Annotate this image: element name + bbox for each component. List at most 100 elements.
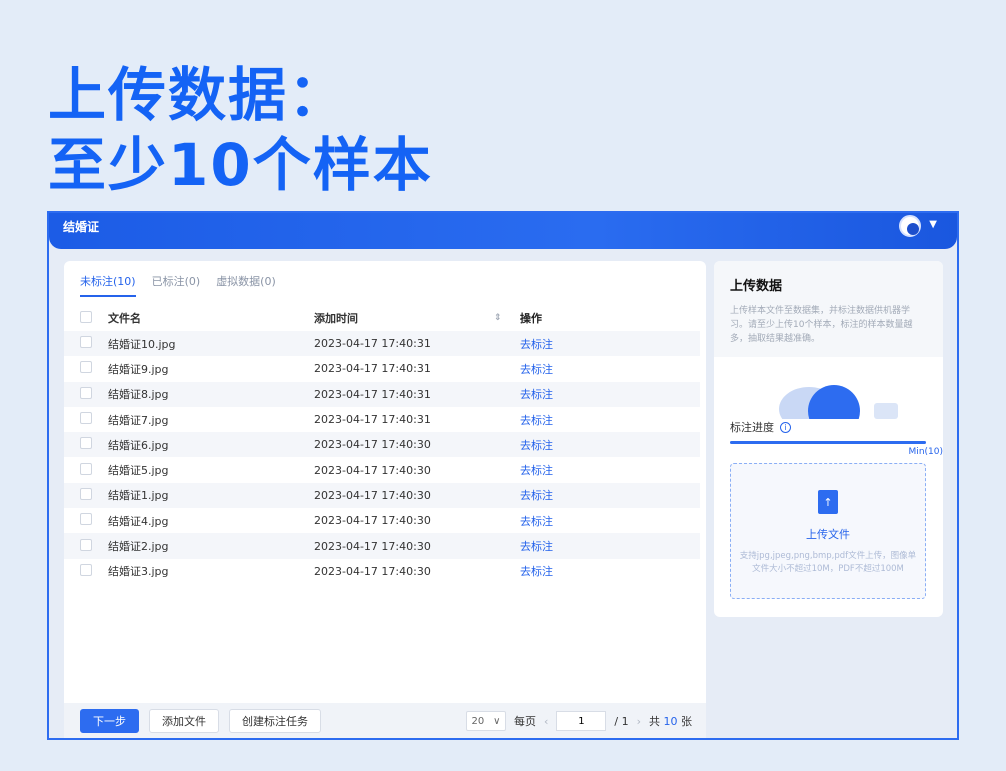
header-added-time: 添加时间: [314, 312, 358, 325]
row-checkbox[interactable]: [80, 437, 92, 450]
page-number-input[interactable]: [556, 711, 607, 731]
page-size-select[interactable]: 20 ∨: [465, 711, 506, 731]
page-size-value: 20: [471, 715, 485, 727]
headline-line-1: 上传数据：: [48, 61, 349, 129]
app-window: 结婚证 ▼ 未标注(10) 已标注(0) 虚拟数据(0) 文件名 添加时间 ⇕ …: [47, 211, 959, 740]
annotate-link[interactable]: 去标注: [520, 515, 553, 528]
table-row: 结婚证2.jpg 2023-04-17 17:40:30 去标注: [64, 533, 700, 559]
progress-bar: [730, 441, 926, 444]
pagination: 20 ∨ 每页 ‹ / 1 › 共 10 张: [465, 711, 692, 731]
row-added-time: 2023-04-17 17:40:30: [314, 539, 431, 553]
table-header: 文件名 添加时间 ⇕ 操作: [64, 305, 700, 331]
cloud-illustration: [779, 385, 898, 419]
total-prefix: 共: [649, 715, 660, 728]
annotate-link[interactable]: 去标注: [520, 464, 553, 477]
row-filename: 结婚证9.jpg: [108, 362, 169, 376]
upload-panel-title: 上传数据: [730, 279, 783, 294]
annotate-link[interactable]: 去标注: [520, 540, 553, 553]
sort-icon[interactable]: ⇕: [494, 313, 520, 323]
app-title: 结婚证: [63, 220, 100, 234]
row-filename: 结婚证8.jpg: [108, 388, 169, 402]
row-checkbox[interactable]: [80, 336, 92, 349]
annotate-link[interactable]: 去标注: [520, 439, 553, 452]
row-filename: 结婚证4.jpg: [108, 514, 169, 528]
table-row: 结婚证10.jpg 2023-04-17 17:40:31 去标注: [64, 331, 700, 357]
tab-unlabeled[interactable]: 未标注(10): [80, 273, 136, 297]
top-bar: 结婚证 ▼: [49, 213, 957, 249]
row-added-time: 2023-04-17 17:40:30: [314, 514, 431, 528]
upload-hint: 支持jpg,jpeg,png,bmp,pdf文件上传，图像单文件大小不超过10M…: [739, 551, 917, 574]
page-total: / 1: [614, 714, 629, 728]
row-added-time: 2023-04-17 17:40:31: [314, 387, 431, 401]
row-added-time: 2023-04-17 17:40:30: [314, 463, 431, 477]
avatar[interactable]: [899, 215, 921, 237]
row-checkbox[interactable]: [80, 412, 92, 425]
row-checkbox[interactable]: [80, 563, 92, 576]
row-filename: 结婚证6.jpg: [108, 438, 169, 452]
progress-min-label: Min(10): [908, 447, 943, 457]
annotate-link[interactable]: 去标注: [520, 565, 553, 578]
info-icon[interactable]: i: [780, 421, 791, 433]
per-page-label: 每页: [513, 715, 536, 728]
row-filename: 结婚证1.jpg: [108, 489, 169, 503]
file-upload-icon: ↑: [818, 490, 838, 514]
upload-panel: 上传数据 上传样本文件至数据集，并标注数据供机器学习。请至少上传10个样本，标注…: [714, 261, 943, 617]
file-table: 文件名 添加时间 ⇕ 操作 结婚证10.jpg 2023-04-17 17:40:…: [64, 305, 700, 584]
row-added-time: 2023-04-17 17:40:30: [314, 438, 431, 452]
headline: 上传数据： 至少10个样本: [48, 60, 433, 200]
row-checkbox[interactable]: [80, 487, 92, 500]
tab-labeled[interactable]: 已标注(0): [152, 273, 201, 297]
total-number: 10: [663, 715, 678, 728]
row-filename: 结婚证2.jpg: [108, 540, 169, 554]
row-filename: 结婚证5.jpg: [108, 464, 169, 478]
table-body: 结婚证10.jpg 2023-04-17 17:40:31 去标注 结婚证9.jpg 2…: [64, 331, 700, 584]
row-checkbox[interactable]: [80, 513, 92, 526]
total-count: 共 10 张: [649, 713, 692, 729]
table-row: 结婚证8.jpg 2023-04-17 17:40:31 去标注: [64, 381, 700, 407]
chevron-down-icon: ∨: [493, 715, 501, 727]
annotate-link[interactable]: 去标注: [520, 388, 553, 401]
row-checkbox[interactable]: [80, 386, 92, 399]
table-row: 结婚证6.jpg 2023-04-17 17:40:30 去标注: [64, 432, 700, 458]
table-row: 结婚证3.jpg 2023-04-17 17:40:30 去标注: [64, 559, 700, 584]
footer-bar: 下一步 添加文件 创建标注任务 20 ∨ 每页 ‹ / 1 › 共 10 张: [64, 703, 706, 738]
row-added-time: 2023-04-17 17:40:31: [314, 413, 431, 427]
header-filename: 文件名: [108, 312, 141, 325]
row-added-time: 2023-04-17 17:40:31: [314, 337, 431, 351]
chevron-down-icon[interactable]: ▼: [929, 219, 937, 230]
annotate-link[interactable]: 去标注: [520, 363, 553, 376]
tab-virtual-data[interactable]: 虚拟数据(0): [216, 273, 276, 297]
annotate-link[interactable]: 去标注: [520, 489, 553, 502]
table-row: 结婚证7.jpg 2023-04-17 17:40:31 去标注: [64, 407, 700, 432]
next-page-icon[interactable]: ›: [637, 715, 641, 728]
table-row: 结婚证1.jpg 2023-04-17 17:40:30 去标注: [64, 482, 700, 509]
progress-label: 标注进度: [730, 421, 774, 434]
headline-line-2: 至少10个样本: [48, 131, 433, 199]
row-added-time: 2023-04-17 17:40:30: [314, 488, 431, 502]
row-checkbox[interactable]: [80, 361, 92, 374]
row-filename: 结婚证7.jpg: [108, 413, 169, 427]
row-filename: 结婚证10.jpg: [108, 337, 176, 351]
row-checkbox[interactable]: [80, 462, 92, 475]
upload-panel-description: 上传样本文件至数据集，并标注数据供机器学习。请至少上传10个样本，标注的样本数量…: [730, 306, 913, 344]
table-row: 结婚证4.jpg 2023-04-17 17:40:30 去标注: [64, 508, 700, 533]
upload-panel-header: 上传数据 上传样本文件至数据集，并标注数据供机器学习。请至少上传10个样本，标注…: [714, 261, 943, 357]
row-filename: 结婚证3.jpg: [108, 565, 169, 579]
table-row: 结婚证5.jpg 2023-04-17 17:40:30 去标注: [64, 457, 700, 482]
add-file-button[interactable]: 添加文件: [149, 709, 219, 733]
prev-page-icon[interactable]: ‹: [544, 715, 548, 728]
annotate-link[interactable]: 去标注: [520, 338, 553, 351]
progress-label-row: 标注进度 i: [730, 419, 791, 435]
upload-file-label: 上传文件: [806, 528, 850, 541]
file-list-panel: 未标注(10) 已标注(0) 虚拟数据(0) 文件名 添加时间 ⇕ 操作 结婚证…: [64, 261, 706, 738]
tab-bar: 未标注(10) 已标注(0) 虚拟数据(0): [80, 273, 276, 297]
next-step-button[interactable]: 下一步: [80, 709, 139, 733]
row-added-time: 2023-04-17 17:40:31: [314, 362, 431, 376]
upload-dropzone[interactable]: ↑ 上传文件 支持jpg,jpeg,png,bmp,pdf文件上传，图像单文件大…: [730, 463, 926, 599]
annotate-link[interactable]: 去标注: [520, 414, 553, 427]
create-task-button[interactable]: 创建标注任务: [229, 709, 321, 733]
row-added-time: 2023-04-17 17:40:30: [314, 564, 431, 578]
progress-bar-fill: [730, 441, 926, 444]
row-checkbox[interactable]: [80, 538, 92, 551]
select-all-checkbox[interactable]: [80, 310, 92, 323]
